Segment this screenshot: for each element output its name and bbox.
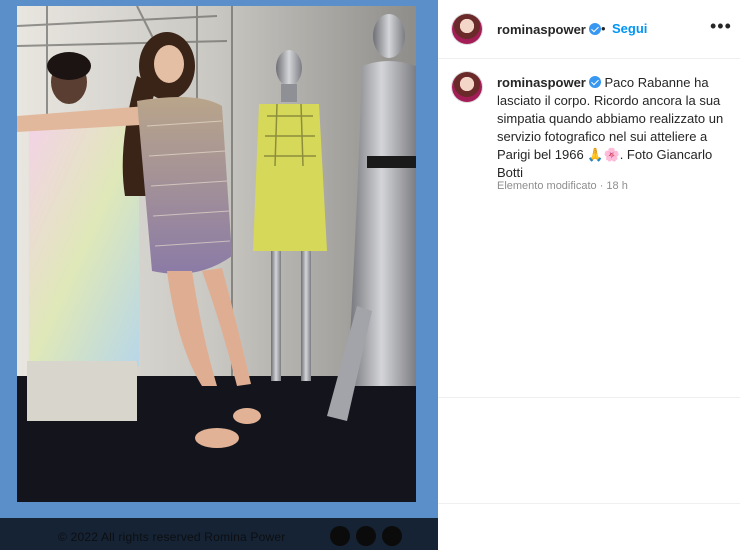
header-username[interactable]: rominaspower [497, 22, 586, 37]
post-header: rominaspower • Segui ••• [438, 0, 740, 59]
social-icon [356, 526, 376, 546]
header-username-wrap[interactable]: rominaspower [497, 21, 601, 39]
more-options-icon[interactable]: ••• [710, 16, 732, 37]
social-icon [382, 526, 402, 546]
watermark-social-icons [330, 526, 402, 546]
verified-badge-icon [588, 76, 601, 88]
verified-badge-icon [588, 23, 601, 35]
avatar[interactable] [452, 14, 482, 44]
follow-button[interactable]: Segui [612, 21, 647, 36]
caption-username[interactable]: rominaspower [497, 75, 586, 90]
separator-dot: • [601, 21, 606, 36]
divider [438, 503, 740, 504]
caption-text: Paco Rabanne ha lasciato il corpo. Ricor… [497, 75, 724, 180]
post-sidebar: rominaspower • Segui ••• rominaspower Pa… [438, 0, 740, 550]
divider [438, 397, 740, 398]
post-photo[interactable] [17, 6, 416, 502]
post-media[interactable]: © 2022 All rights reserved Romina Power [0, 0, 438, 550]
caption-meta: Elemento modificato · 18 h [497, 180, 628, 192]
watermark-text: © 2022 All rights reserved Romina Power [58, 530, 286, 544]
social-icon [330, 526, 350, 546]
photo-illustration [17, 6, 416, 502]
caption-avatar[interactable] [452, 72, 482, 102]
post-caption: rominaspower Paco Rabanne ha lasciato il… [497, 74, 729, 182]
